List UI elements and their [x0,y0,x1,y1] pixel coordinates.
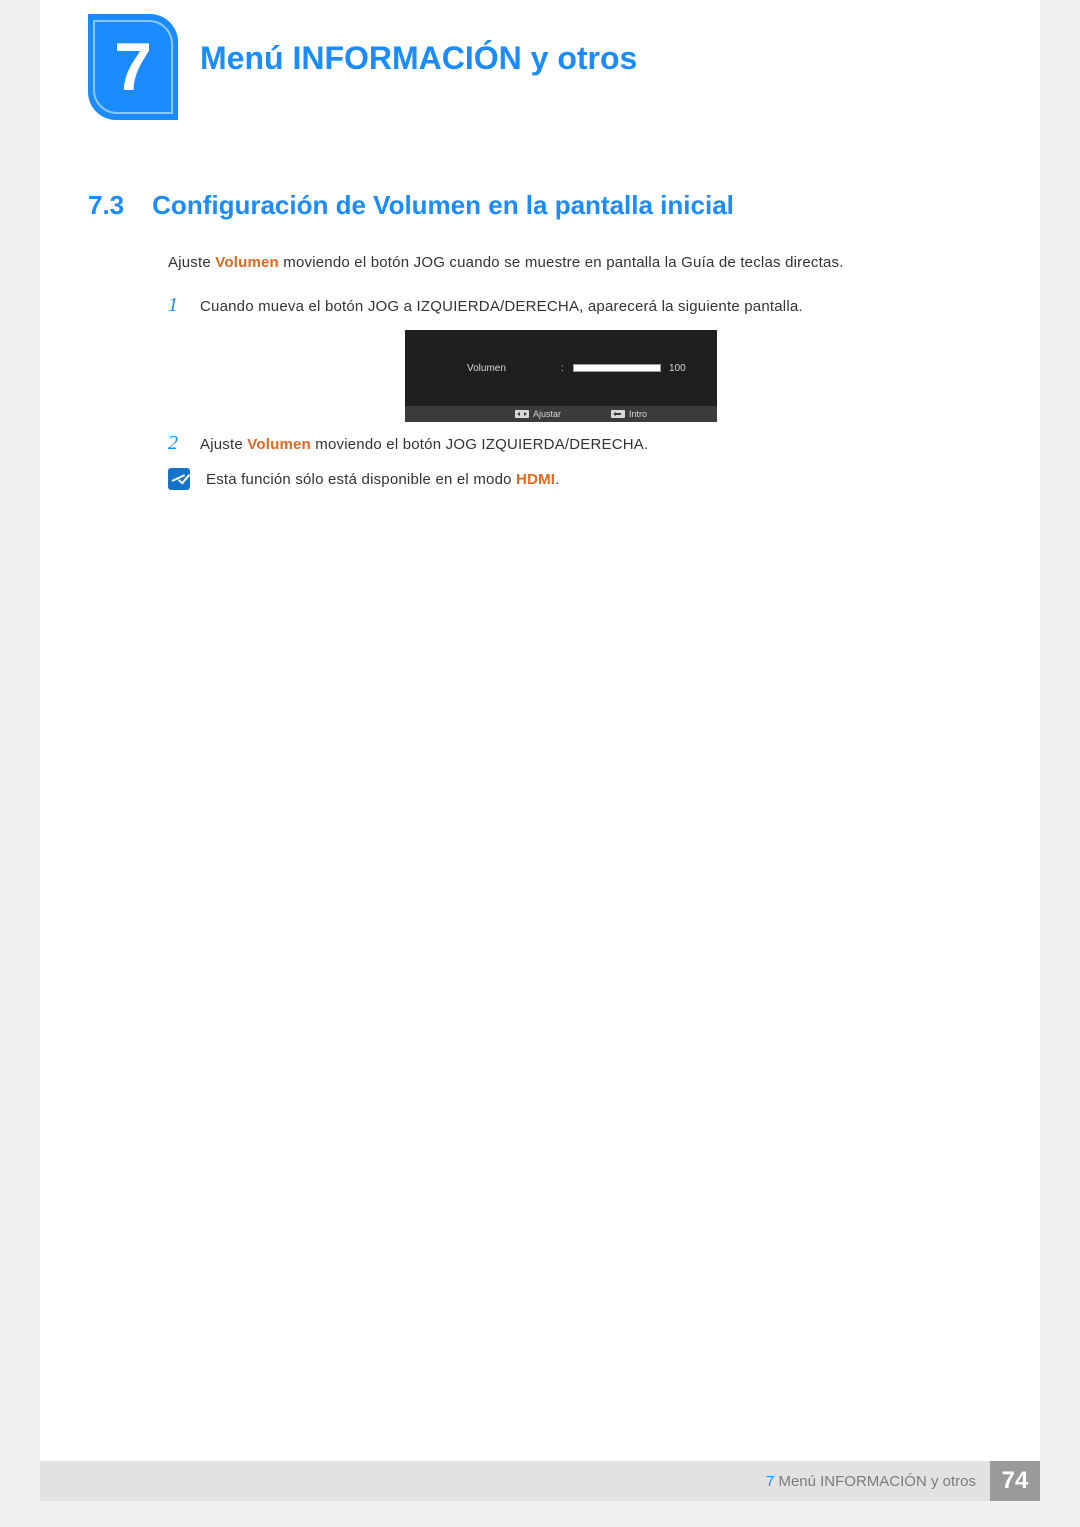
note-row: Esta función sólo está disponible en el … [168,468,560,490]
step-1-text: Cuando mueva el botón JOG a IZQUIERDA/DE… [200,298,803,315]
step-2-text: Ajuste Volumen moviendo el botón JOG IZQ… [200,436,648,453]
osd-bottom-bar: Ajustar Intro [405,406,717,422]
chapter-tab: 7 [88,14,178,120]
footer-bar: 7 Menú INFORMACIÓN y otros 74 [40,1461,1040,1501]
note-highlight: HDMI [516,471,555,488]
chapter-tab-inner: 7 [93,20,173,114]
enter-icon [611,410,625,418]
osd-panel: Volumen : 100 Ajustar Intro [405,330,717,422]
footer-chapter-number: 7 [766,1473,774,1490]
step-1: 1 Cuando mueva el botón JOG a IZQUIERDA/… [168,294,803,317]
osd-volume-bar [573,364,661,372]
step-2-post: moviendo el botón JOG IZQUIERDA/DERECHA. [311,436,648,453]
page: 7 Menú INFORMACIÓN y otros 7.3 Configura… [40,0,1040,1500]
footer-page-number: 74 [990,1461,1040,1501]
step-2-number: 2 [168,432,182,455]
section-number: 7.3 [88,190,124,221]
step-1-number: 1 [168,294,182,317]
step-2: 2 Ajuste Volumen moviendo el botón JOG I… [168,432,648,455]
footer-chapter-title: Menú INFORMACIÓN y otros [778,1473,976,1490]
osd-colon: : [561,363,564,374]
osd-volume-label: Volumen [467,363,506,374]
osd-adjust-label: Ajustar [533,409,561,419]
footer-text: 7 Menú INFORMACIÓN y otros [766,1473,976,1490]
note-pre: Esta función sólo está disponible en el … [206,471,516,488]
intro-highlight: Volumen [215,254,279,271]
note-post: . [555,471,559,488]
note-icon [168,468,190,490]
note-text: Esta función sólo está disponible en el … [206,471,560,488]
section-heading: 7.3 Configuración de Volumen en la panta… [88,190,734,221]
adjust-icon [515,410,529,418]
step-2-pre: Ajuste [200,436,247,453]
chapter-title: Menú INFORMACIÓN y otros [200,40,637,77]
chapter-number: 7 [114,28,152,106]
intro-post: moviendo el botón JOG cuando se muestre … [279,254,844,271]
osd-volume-value: 100 [669,363,686,374]
intro-text: Ajuste Volumen moviendo el botón JOG cua… [168,254,844,271]
step-2-highlight: Volumen [247,436,311,453]
section-title: Configuración de Volumen en la pantalla … [152,190,734,221]
intro-pre: Ajuste [168,254,215,271]
osd-enter-label: Intro [629,409,647,419]
